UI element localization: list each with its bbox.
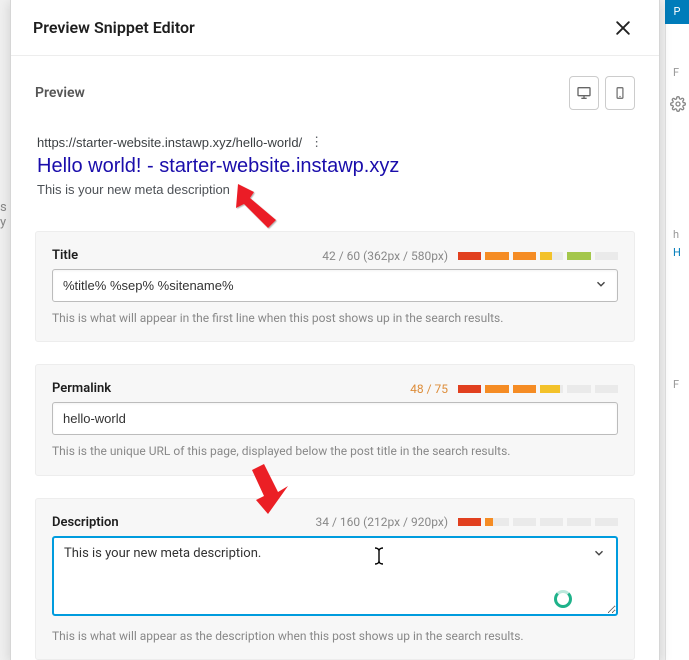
title-input[interactable] (52, 269, 618, 302)
serp-url-row: https://starter-website.instawp.xyz/hell… (37, 134, 635, 150)
desktop-preview-button[interactable] (569, 76, 599, 110)
description-panel: Description 34 / 160 (212px / 920px) (35, 498, 635, 660)
description-field-wrap (52, 536, 618, 620)
description-progress-bar (458, 518, 618, 526)
description-textarea[interactable] (52, 536, 618, 616)
device-toggle (569, 76, 635, 110)
preview-heading: Preview (35, 85, 85, 101)
serp-url[interactable]: https://starter-website.instawp.xyz/hell… (37, 135, 302, 150)
serp-title[interactable]: Hello world! - starter-website.instawp.x… (37, 155, 635, 178)
title-count: 42 / 60 (362px / 580px) (322, 249, 448, 263)
permalink-input[interactable] (52, 402, 618, 435)
close-icon (613, 18, 633, 38)
description-panel-header: Description 34 / 160 (212px / 920px) (52, 515, 618, 530)
background-side-letter: F (673, 66, 687, 79)
spinner-icon (554, 590, 572, 608)
permalink-progress-bar (458, 385, 618, 393)
modal-body[interactable]: Preview https://starter-website.instawp.… (11, 56, 659, 660)
description-label: Description (52, 515, 119, 530)
title-panel: Title 42 / 60 (362px / 580px) (35, 231, 635, 342)
modal-title: Preview Snippet Editor (33, 18, 195, 37)
description-count: 34 / 160 (212px / 920px) (316, 515, 448, 529)
settings-gear-icon (670, 96, 686, 116)
preview-header-row: Preview (35, 76, 635, 110)
permalink-metric: 48 / 75 (410, 382, 618, 396)
permalink-panel: Permalink 48 / 75 (35, 364, 635, 475)
background-text-left: s y (0, 200, 10, 230)
background-side-letter: h (673, 228, 687, 241)
description-help-text: This is what will appear as the descript… (52, 628, 618, 645)
snippet-editor-modal: Preview Snippet Editor Preview (10, 0, 660, 660)
viewport: P s y F h H F Preview Snippet Editor Pre… (0, 0, 689, 660)
background-side-letter: H (673, 246, 687, 259)
title-metric: 42 / 60 (362px / 580px) (322, 249, 618, 263)
description-metric: 34 / 160 (212px / 920px) (316, 515, 618, 529)
background-top-button: P (665, 0, 689, 24)
serp-description: This is your new meta description (37, 182, 635, 197)
modal-header: Preview Snippet Editor (11, 0, 659, 56)
permalink-label: Permalink (52, 381, 111, 396)
mobile-preview-button[interactable] (605, 76, 635, 110)
title-panel-header: Title 42 / 60 (362px / 580px) (52, 248, 618, 263)
background-side-letter: F (673, 378, 687, 391)
permalink-help-text: This is the unique URL of this page, dis… (52, 443, 618, 460)
permalink-field-wrap (52, 402, 618, 435)
more-actions-icon[interactable]: ⋮ (310, 134, 323, 150)
mobile-icon (613, 85, 627, 101)
permalink-count: 48 / 75 (410, 382, 448, 396)
title-help-text: This is what will appear in the first li… (52, 310, 618, 327)
desktop-icon (576, 85, 592, 101)
title-label: Title (52, 248, 78, 263)
text-cursor-icon (372, 546, 386, 571)
permalink-panel-header: Permalink 48 / 75 (52, 381, 618, 396)
title-progress-bar (458, 252, 618, 260)
title-field-wrap (52, 269, 618, 302)
close-button[interactable] (609, 14, 637, 42)
serp-preview: https://starter-website.instawp.xyz/hell… (35, 128, 635, 209)
